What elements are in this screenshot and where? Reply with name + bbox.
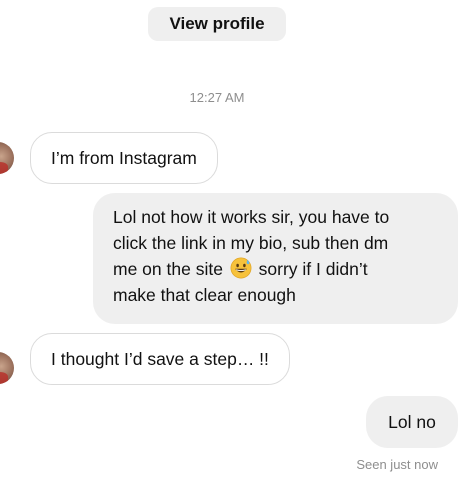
view-profile-button[interactable]: View profile xyxy=(148,7,286,41)
message-text: Lol no xyxy=(388,412,436,432)
message-text: me on the site xyxy=(113,259,223,279)
sender-avatar[interactable] xyxy=(0,142,14,174)
message-text: I thought I’d save a step… !! xyxy=(51,349,269,369)
sent-message-bubble[interactable]: Lol not how it works sir, you have to cl… xyxy=(93,193,458,324)
message-text-line: Lol not how it works sir, you have to xyxy=(113,207,390,227)
message-text: I’m from Instagram xyxy=(51,148,197,168)
sent-message-bubble[interactable]: Lol no xyxy=(366,396,458,448)
message-timestamp: 12:27 AM xyxy=(189,90,245,105)
received-message-bubble[interactable]: I’m from Instagram xyxy=(30,132,218,184)
message-text: sorry if I didn’t xyxy=(258,259,368,279)
message-text-line: me on the site sorry if I didn’t xyxy=(113,256,438,282)
grinning-face-with-sweat-icon xyxy=(230,257,252,279)
message-text-line: make that clear enough xyxy=(113,285,296,305)
message-text-line: click the link in my bio, sub then dm xyxy=(113,233,389,253)
seen-receipt: Seen just now xyxy=(356,457,438,472)
sender-avatar[interactable] xyxy=(0,352,14,384)
received-message-bubble[interactable]: I thought I’d save a step… !! xyxy=(30,333,290,385)
